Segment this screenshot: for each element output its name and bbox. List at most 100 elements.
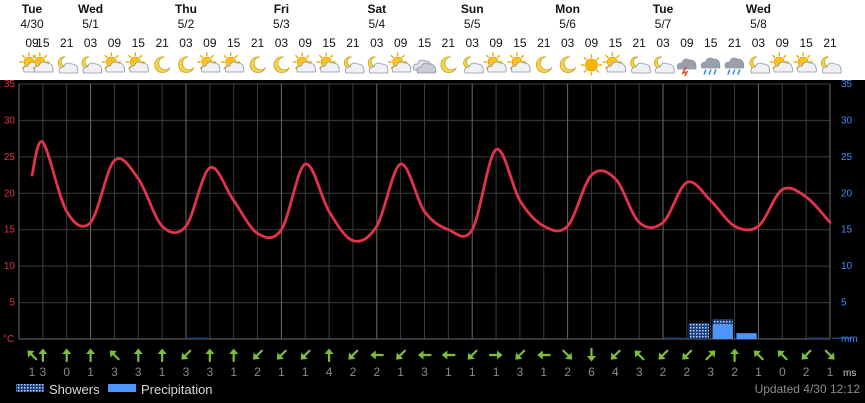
wind-speed-label: 3: [40, 365, 47, 379]
temp-tick-label: 15: [4, 225, 16, 236]
wind-speed-label: 3: [206, 365, 213, 379]
wind-unit-label: ms: [843, 368, 856, 379]
precipitation-bar: [712, 324, 733, 339]
wind-speed-label: 1: [302, 365, 309, 379]
wind-speed-label: 1: [469, 365, 476, 379]
temp-tick-label: 30: [4, 115, 16, 126]
wind-speed-label: 2: [684, 365, 691, 379]
wind-speed-label: 2: [731, 365, 738, 379]
updated-timestamp: Updated 4/30 12:12: [755, 382, 861, 396]
hour-label: 21: [728, 36, 742, 50]
hour-label: 15: [227, 36, 241, 50]
wind-speed-label: 1: [159, 365, 166, 379]
precipitation-legend-swatch: [108, 384, 136, 392]
hour-label: 03: [656, 36, 670, 50]
hour-label: 21: [251, 36, 265, 50]
shower-bar: [664, 337, 686, 339]
day-label: Wed: [746, 2, 771, 16]
precip-tick-label: 35: [841, 79, 853, 90]
hour-label: 03: [84, 36, 98, 50]
showers-legend-swatch: [16, 384, 44, 392]
date-label: 5/6: [559, 17, 576, 31]
precipitation-bar: [736, 333, 757, 339]
date-label: 5/1: [82, 17, 99, 31]
hour-label: 15: [609, 36, 623, 50]
wind-speed-label: 6: [588, 365, 595, 379]
hour-label: 21: [823, 36, 837, 50]
wind-speed-label: 4: [612, 365, 619, 379]
wind-speed-label: 1: [445, 365, 452, 379]
wind-speed-label: 3: [111, 365, 118, 379]
precip-tick-label: 10: [841, 261, 853, 272]
hour-label: 03: [752, 36, 766, 50]
showers-legend-label: Showers: [49, 382, 100, 397]
wind-speed-label: 4: [326, 365, 333, 379]
shower-bar: [187, 337, 209, 339]
date-label: 5/4: [368, 17, 385, 31]
hour-label: 15: [132, 36, 146, 50]
hour-label: 09: [108, 36, 122, 50]
hour-label: 03: [370, 36, 384, 50]
hour-label: 15: [322, 36, 336, 50]
wind-speed-label: 1: [278, 365, 285, 379]
hour-label: 21: [632, 36, 646, 50]
day-label: Mon: [555, 2, 580, 16]
wind-speed-label: 3: [421, 365, 428, 379]
temp-tick-label: 5: [9, 298, 15, 309]
precip-tick-label: 20: [841, 188, 853, 199]
hour-label: 21: [60, 36, 74, 50]
wind-speed-label: 3: [707, 365, 714, 379]
hour-label: 21: [442, 36, 456, 50]
wind-speed-label: 2: [350, 365, 357, 379]
date-label: 4/30: [20, 17, 44, 31]
wind-speed-label: 1: [493, 365, 500, 379]
wind-speed-label: 2: [564, 365, 571, 379]
wind-speed-label: 1: [230, 365, 237, 379]
hour-label: 21: [537, 36, 551, 50]
wind-speed-label: 3: [183, 365, 190, 379]
precip-tick-label: 25: [841, 152, 853, 163]
temp-tick-label: 10: [4, 261, 16, 272]
shower-bar: [807, 337, 829, 339]
shower-bar: [688, 322, 709, 339]
wind-speed-label: 1: [540, 365, 547, 379]
hour-label: 15: [513, 36, 527, 50]
wind-speed-label: 2: [254, 365, 261, 379]
hour-label: 03: [466, 36, 480, 50]
date-label: 5/5: [464, 17, 481, 31]
date-label: 5/8: [750, 17, 767, 31]
temp-tick-label: 35: [4, 79, 16, 90]
wind-speed-label: 1: [827, 365, 834, 379]
meteogram: Tue4/30Wed5/1Thu5/2Fri5/3Sat5/4Sun5/5Mon…: [0, 0, 865, 403]
hour-label: 15: [36, 36, 50, 50]
day-label: Tue: [22, 2, 43, 16]
day-label: Thu: [175, 2, 197, 16]
hour-label: 09: [489, 36, 503, 50]
wind-speed-label: 1: [755, 365, 762, 379]
wind-speed-label: 0: [63, 365, 70, 379]
precip-tick-label: 30: [841, 115, 853, 126]
wind-speed-label: 1: [29, 365, 36, 379]
temp-tick-label: 25: [4, 152, 16, 163]
hour-label: 09: [585, 36, 599, 50]
day-label: Fri: [274, 2, 289, 16]
precipitation-legend-label: Precipitation: [141, 382, 213, 397]
day-label: Wed: [78, 2, 103, 16]
hour-label: 09: [680, 36, 694, 50]
temp-tick-label: 20: [4, 188, 16, 199]
wind-speed-label: 3: [636, 365, 643, 379]
date-label: 5/3: [273, 17, 290, 31]
hour-label: 15: [418, 36, 432, 50]
date-label: 5/2: [178, 17, 195, 31]
precip-tick-label: 5: [841, 298, 847, 309]
precip-tick-label: 15: [841, 225, 853, 236]
wind-speed-label: 0: [779, 365, 786, 379]
wind-speed-label: 2: [660, 365, 667, 379]
temp-unit-label: °C: [3, 334, 14, 345]
hour-label: 09: [299, 36, 313, 50]
sunny-icon: [580, 54, 603, 76]
day-label: Tue: [653, 2, 674, 16]
weather-forecast-widget: Tue 4/30 Wed 5/1 Thu 5/2 Fri 5/3 Sat 5/4 Sun 5/5 Mon…: [0, 0, 865, 403]
hour-label: 15: [799, 36, 813, 50]
wind-speed-label: 3: [135, 365, 142, 379]
